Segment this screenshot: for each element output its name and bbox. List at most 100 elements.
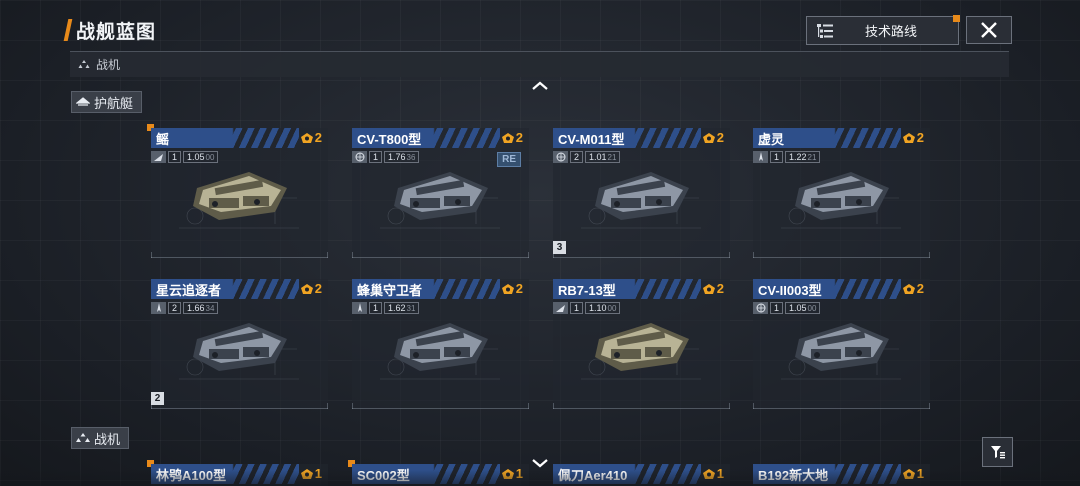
fighter-icon bbox=[553, 302, 568, 314]
jet-icon bbox=[352, 302, 367, 314]
ship-name-plate: 佩刀Aer410 bbox=[553, 464, 701, 484]
blueprint-card[interactable]: CV-T800型 2 1 1.76 36 RE bbox=[352, 128, 529, 258]
re-badge: RE bbox=[497, 152, 521, 167]
blueprint-tick bbox=[327, 252, 328, 258]
blueprint-tick bbox=[753, 403, 754, 409]
count-value: 1 bbox=[314, 466, 322, 481]
notification-dot bbox=[953, 15, 960, 22]
section-tag-fighter[interactable]: 战机 bbox=[71, 427, 130, 449]
close-button[interactable] bbox=[966, 16, 1012, 44]
blueprint-token-icon bbox=[902, 132, 915, 143]
ship-blueprint-image bbox=[781, 309, 901, 387]
blueprint-card[interactable]: 佩刀Aer410 1 bbox=[553, 464, 730, 486]
blueprint-count: 2 bbox=[702, 281, 724, 296]
blueprint-token-icon bbox=[702, 132, 715, 143]
blueprint-tick bbox=[553, 403, 554, 409]
blueprint-token-icon bbox=[501, 283, 514, 294]
count-value: 1 bbox=[916, 466, 924, 481]
ship-name: CV-II003型 bbox=[758, 282, 822, 298]
ship-blueprint-image bbox=[179, 309, 299, 387]
blueprint-count: 2 bbox=[902, 281, 924, 296]
blueprint-count: 2 bbox=[300, 130, 322, 145]
blueprint-count: 1 bbox=[300, 466, 322, 481]
ship-name: 虚灵 bbox=[758, 131, 785, 147]
ship-name: 星云追逐者 bbox=[156, 282, 222, 298]
escort-ship-icon bbox=[76, 97, 90, 106]
blueprint-count: 1 bbox=[902, 466, 924, 481]
blueprint-baseline bbox=[553, 408, 730, 409]
count-value: 2 bbox=[716, 130, 724, 145]
ship-name: 林鸮A100型 bbox=[156, 467, 227, 483]
blueprint-count: 1 bbox=[501, 466, 523, 481]
blueprint-card[interactable]: 虚灵 2 1 1.22 21 bbox=[753, 128, 930, 258]
blueprint-token-icon bbox=[702, 468, 715, 479]
blueprint-token-icon bbox=[300, 283, 313, 294]
blueprint-tick bbox=[729, 252, 730, 258]
filter-icon bbox=[990, 446, 1005, 459]
level-badge: 2 bbox=[151, 392, 164, 405]
blueprint-baseline bbox=[352, 257, 529, 258]
count-value: 2 bbox=[515, 130, 523, 145]
blueprint-baseline bbox=[553, 257, 730, 258]
blueprint-card[interactable]: B192新大地 1 bbox=[753, 464, 930, 486]
globe-icon bbox=[553, 151, 568, 163]
category-bar[interactable]: 战机 bbox=[70, 51, 1009, 77]
blueprint-tick bbox=[929, 252, 930, 258]
ship-blueprint-image bbox=[581, 158, 701, 236]
section-tag-escort[interactable]: 护航艇 bbox=[71, 91, 143, 113]
blueprint-tick bbox=[753, 252, 754, 258]
ship-name-plate: 蜂巢守卫者 bbox=[352, 279, 500, 299]
blueprint-card[interactable]: CV-M011型 2 2 1.01 21 3 bbox=[553, 128, 730, 258]
blueprint-baseline bbox=[352, 408, 529, 409]
fighter-group-icon bbox=[76, 433, 90, 442]
ship-name: RB7-13型 bbox=[558, 282, 616, 298]
ship-name-plate: CV-M011型 bbox=[553, 128, 701, 148]
blueprint-card[interactable]: RB7-13型 2 1 1.10 00 bbox=[553, 279, 730, 409]
blueprint-token-icon bbox=[501, 132, 514, 143]
category-label: 战机 bbox=[96, 58, 121, 72]
section-label: 护航艇 bbox=[94, 95, 134, 111]
ship-name-plate: 虚灵 bbox=[753, 128, 901, 148]
section-label: 战机 bbox=[94, 431, 121, 447]
ship-blueprint-image bbox=[380, 309, 500, 387]
ship-name: 鳐 bbox=[156, 131, 170, 147]
ship-blueprint-image bbox=[179, 158, 299, 236]
filter-button[interactable] bbox=[982, 437, 1013, 467]
blueprint-card[interactable]: 蜂巢守卫者 2 1 1.62 31 bbox=[352, 279, 529, 409]
scroll-up-chevron-icon[interactable] bbox=[530, 80, 550, 92]
page-title-text: 战舰蓝图 bbox=[76, 21, 157, 43]
ship-name-plate: RB7-13型 bbox=[553, 279, 701, 299]
blueprint-token-icon bbox=[702, 283, 715, 294]
blueprint-card[interactable]: 鳐 2 1 1.05 00 bbox=[147, 124, 328, 258]
blueprint-card[interactable]: CV-II003型 2 1 1.05 00 bbox=[753, 279, 930, 409]
count-value: 2 bbox=[716, 281, 724, 296]
blueprint-card[interactable]: 林鸮A100型 1 bbox=[147, 460, 328, 486]
ship-name: 佩刀Aer410 bbox=[558, 467, 628, 483]
blueprint-tick bbox=[327, 403, 328, 409]
blueprint-baseline bbox=[151, 408, 328, 409]
jet-icon bbox=[753, 151, 768, 163]
blueprint-token-icon bbox=[501, 468, 514, 479]
tech-route-button[interactable]: 技术路线 bbox=[806, 15, 960, 45]
ship-name-plate: SC002型 bbox=[352, 464, 500, 484]
level-badge: 3 bbox=[553, 241, 566, 254]
blueprint-count: 2 bbox=[300, 281, 322, 296]
ship-name-plate: B192新大地 bbox=[753, 464, 901, 484]
blueprint-token-icon bbox=[902, 283, 915, 294]
count-value: 1 bbox=[515, 466, 523, 481]
ship-name-plate: CV-II003型 bbox=[753, 279, 901, 299]
ship-blueprint-image bbox=[380, 158, 500, 236]
count-value: 1 bbox=[716, 466, 724, 481]
globe-icon bbox=[352, 151, 367, 163]
blueprint-card[interactable]: SC002型 1 bbox=[348, 460, 529, 486]
ship-blueprint-image bbox=[781, 158, 901, 236]
blueprint-card[interactable]: 星云追逐者 2 2 1.66 34 2 bbox=[151, 279, 328, 409]
scroll-down-chevron-icon[interactable] bbox=[530, 457, 550, 469]
list-tree-icon bbox=[817, 23, 833, 38]
ship-name: 蜂巢守卫者 bbox=[357, 282, 423, 298]
blueprint-count: 2 bbox=[702, 130, 724, 145]
ship-name-plate: 星云追逐者 bbox=[151, 279, 299, 299]
fighter-group-icon bbox=[78, 60, 90, 68]
blueprint-token-icon bbox=[300, 132, 313, 143]
ship-name: CV-T800型 bbox=[357, 131, 422, 147]
